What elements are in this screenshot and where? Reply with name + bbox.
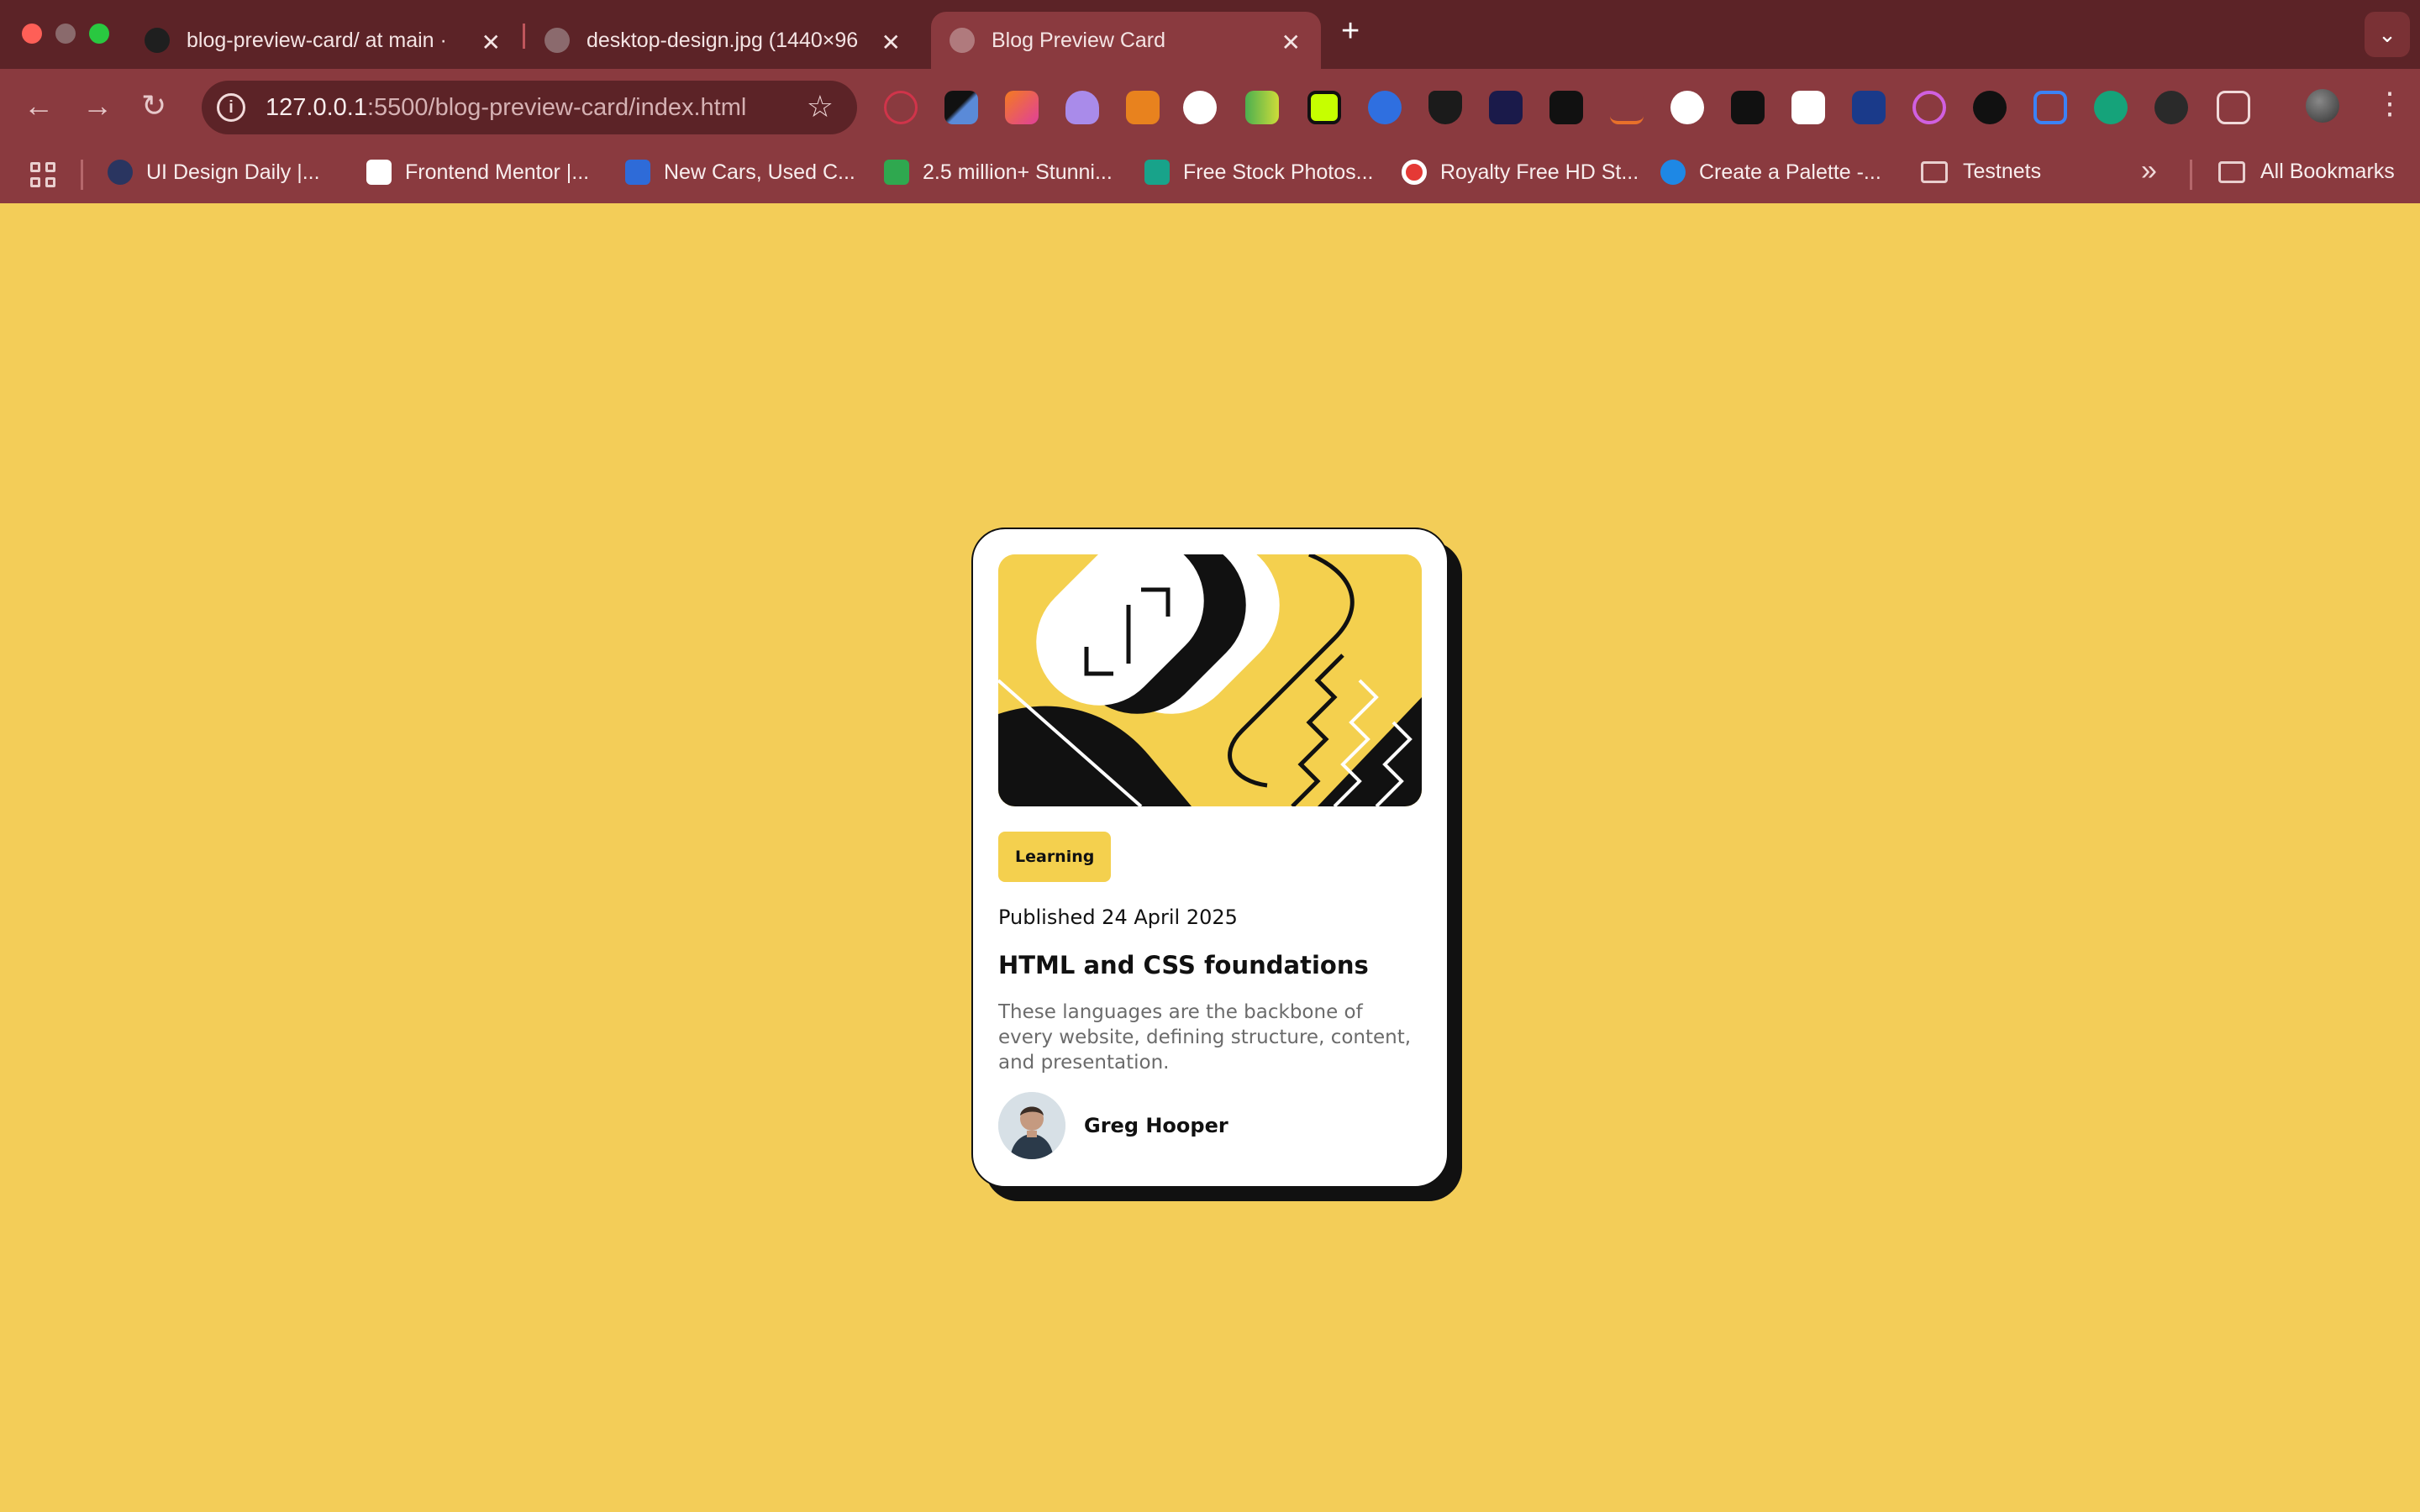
bookmark-favicon-icon: [884, 160, 909, 185]
kebab-menu-icon[interactable]: ⋮: [2375, 86, 2405, 121]
more-bookmarks-icon[interactable]: »: [2141, 155, 2157, 187]
avatar: [998, 1092, 1065, 1159]
bookmark-favicon-icon: [1144, 160, 1170, 185]
author-photo: [998, 1092, 1065, 1159]
close-window-button[interactable]: [22, 24, 42, 44]
close-tab-icon[interactable]: ✕: [1281, 29, 1301, 56]
chevron-down-icon[interactable]: ⌄: [2365, 12, 2410, 57]
new-tab-button[interactable]: +: [1341, 13, 1360, 50]
blog-preview-card: Learning Published 24 April 2025 HTML an…: [971, 528, 1449, 1188]
reload-icon[interactable]: ↻: [141, 89, 166, 123]
bookmark-frontend-mentor[interactable]: Frontend Mentor |...: [366, 160, 589, 185]
close-tab-icon[interactable]: ✕: [881, 29, 901, 56]
apps-extension-icon[interactable]: [1791, 91, 1825, 124]
bookmark-new-cars[interactable]: New Cars, Used C...: [625, 160, 855, 185]
tab-divider: [523, 24, 525, 49]
profile-avatar[interactable]: [2306, 89, 2339, 123]
chart-extension-icon[interactable]: [1183, 91, 1217, 124]
tab-blog-preview-card[interactable]: Blog Preview Card ✕: [931, 12, 1321, 69]
bookmark-create-palette[interactable]: Create a Palette -...: [1660, 160, 1881, 185]
stats-extension-icon[interactable]: [1245, 91, 1279, 124]
published-date: Published 24 April 2025: [998, 906, 1238, 929]
extension-icon[interactable]: [884, 91, 918, 124]
back-icon[interactable]: ←: [24, 89, 54, 123]
tab-desktop-design[interactable]: desktop-design.jpg (1440×96 ✕: [526, 12, 921, 69]
asterisk-extension-icon[interactable]: [1852, 91, 1886, 124]
bookmark-star-icon[interactable]: ☆: [807, 89, 834, 124]
bookmark-favicon-icon: [366, 160, 392, 185]
grid-extension-icon[interactable]: [1307, 91, 1341, 124]
shield-extension-icon[interactable]: [1428, 91, 1462, 124]
apps-grid-icon[interactable]: [30, 162, 55, 187]
prism-extension-icon[interactable]: [1912, 91, 1946, 124]
bookmarks-divider: [2190, 160, 2192, 190]
tab-github[interactable]: blog-preview-card/ at main · ✕: [126, 12, 521, 69]
category-tag: Learning: [998, 832, 1112, 882]
github-icon: [145, 28, 170, 53]
grammarly-icon[interactable]: [2094, 91, 2128, 124]
bookmark-folder-testnets[interactable]: Testnets: [1921, 160, 2041, 184]
ghost-extension-icon[interactable]: [1065, 91, 1099, 124]
hero-illustration: [998, 554, 1422, 806]
extensions-puzzle-icon[interactable]: [2217, 91, 2250, 124]
minimize-window-button[interactable]: [55, 24, 76, 44]
flame-extension-icon[interactable]: [2154, 91, 2188, 124]
lightning-extension-icon[interactable]: [1368, 91, 1402, 124]
trend-extension-icon[interactable]: [1670, 91, 1704, 124]
close-tab-icon[interactable]: ✕: [481, 29, 501, 56]
bookmark-favicon-icon: [108, 160, 133, 185]
folder-icon: [2218, 160, 2245, 183]
mc-extension-icon[interactable]: [1489, 91, 1523, 124]
slash-extension-icon[interactable]: [1549, 91, 1583, 124]
tab-bar: blog-preview-card/ at main · ✕ desktop-d…: [0, 0, 2420, 69]
bookmark-favicon-icon: [1402, 160, 1427, 185]
maximize-window-button[interactable]: [89, 24, 109, 44]
bookmark-royalty-free[interactable]: Royalty Free HD St...: [1402, 160, 1639, 185]
metamask-extension-icon[interactable]: [1126, 91, 1160, 124]
globe-icon: [544, 28, 570, 53]
pencil-extension-icon[interactable]: [1005, 91, 1039, 124]
bookmark-pixabay[interactable]: 2.5 million+ Stunni...: [884, 160, 1113, 185]
url-text[interactable]: 127.0.0.1:5500/blog-preview-card/index.h…: [266, 94, 746, 122]
all-bookmarks[interactable]: All Bookmarks: [2218, 160, 2395, 184]
bookmarks-divider: [81, 160, 83, 190]
car-icon: [625, 160, 650, 185]
wave-extension-icon[interactable]: [1610, 91, 1644, 124]
forward-icon[interactable]: →: [82, 89, 113, 123]
card-description: These languages are the backbone of ever…: [998, 1001, 1412, 1074]
globe-icon: [950, 28, 975, 53]
bookmark-ui-design-daily[interactable]: UI Design Daily |...: [108, 160, 320, 185]
bookmark-favicon-icon: [1660, 160, 1686, 185]
x-extension-icon[interactable]: [1973, 91, 2007, 124]
site-info-icon[interactable]: i: [217, 93, 245, 122]
author: Greg Hooper: [998, 1092, 1228, 1159]
address-bar[interactable]: i 127.0.0.1:5500/blog-preview-card/index…: [202, 81, 857, 134]
folder-icon: [1921, 160, 1948, 183]
browser-chrome: blog-preview-card/ at main · ✕ desktop-d…: [0, 0, 2420, 203]
dots-extension-icon[interactable]: [1731, 91, 1765, 124]
author-name: Greg Hooper: [1084, 1114, 1228, 1137]
link-extension-icon[interactable]: [2033, 91, 2067, 124]
color-picker-extension-icon[interactable]: [944, 91, 978, 124]
blog-illustration-image: [998, 554, 1422, 806]
toolbar: ← → ↻ i 127.0.0.1:5500/blog-preview-card…: [0, 69, 2420, 197]
card-title[interactable]: HTML and CSS foundations: [998, 951, 1422, 979]
bookmark-free-stock-photos[interactable]: Free Stock Photos...: [1144, 160, 1374, 185]
